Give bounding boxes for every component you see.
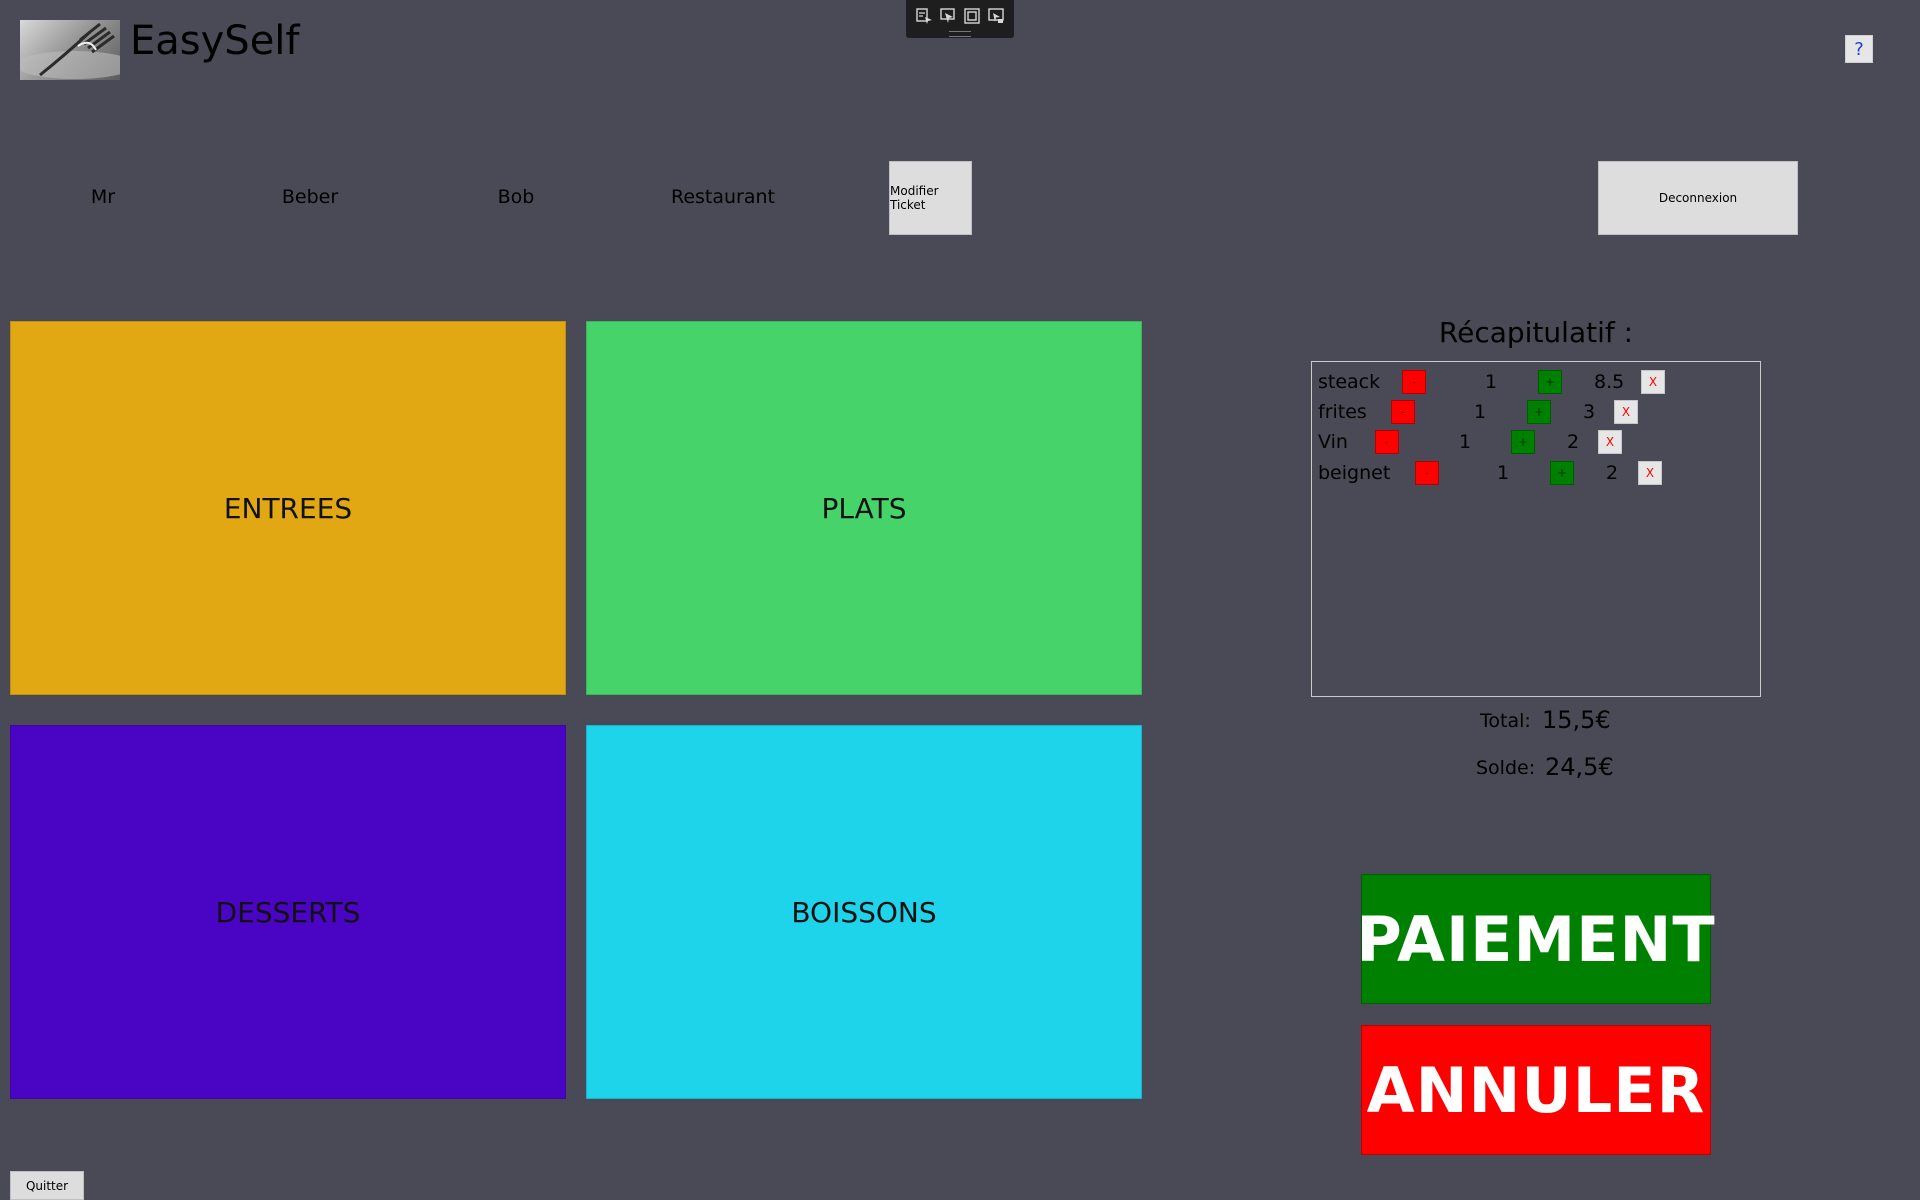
increase-qty-button[interactable]: + — [1550, 461, 1574, 485]
user-place: Restaurant — [670, 186, 776, 208]
recap-list: steack - 1 + 8.5 X frites - 1 + 3 X Vin … — [1311, 361, 1761, 697]
recap-item-name: beignet — [1318, 462, 1391, 484]
track-focus-icon[interactable] — [987, 7, 1005, 25]
category-entrees-button[interactable]: ENTREES — [10, 321, 566, 695]
recap-item-name: frites — [1318, 401, 1367, 423]
pay-button[interactable]: PAIEMENT — [1356, 874, 1715, 1004]
solde-label: Solde: — [1476, 757, 1536, 779]
toolbar-grip[interactable] — [949, 31, 971, 37]
decrease-qty-button[interactable]: - — [1415, 461, 1439, 485]
remove-item-button[interactable]: X — [1638, 461, 1662, 485]
recap-item-name: Vin — [1318, 431, 1348, 453]
select-element-icon[interactable] — [915, 7, 933, 25]
decrease-qty-button[interactable]: - — [1402, 370, 1426, 394]
category-plats-button[interactable]: PLATS — [586, 321, 1142, 695]
decrease-qty-button[interactable]: - — [1375, 430, 1399, 454]
remove-item-button[interactable]: X — [1641, 370, 1665, 394]
recap-item-price: 3 — [1583, 401, 1596, 423]
layout-adorner-icon[interactable] — [963, 7, 981, 25]
cancel-button[interactable]: ANNULER — [1361, 1025, 1711, 1155]
total-label: Total: — [1480, 710, 1531, 732]
recap-item-qty: 1 — [1474, 401, 1487, 423]
app-title: EasySelf — [130, 18, 300, 64]
app-logo — [20, 20, 120, 80]
help-button[interactable]: ? — [1845, 35, 1873, 63]
modify-ticket-button[interactable]: Modifier Ticket — [889, 161, 972, 235]
solde-value: 24,5€ — [1545, 753, 1614, 781]
select-pointer-icon[interactable] — [939, 7, 957, 25]
debug-toolbar — [906, 0, 1014, 38]
recap-item-qty: 1 — [1497, 462, 1510, 484]
quit-button[interactable]: Quitter — [10, 1171, 84, 1200]
increase-qty-button[interactable]: + — [1538, 370, 1562, 394]
logout-button[interactable]: Deconnexion — [1598, 161, 1798, 235]
fork-icon — [20, 22, 120, 79]
user-last-name: Bob — [497, 186, 535, 208]
user-first-name: Beber — [281, 186, 339, 208]
increase-qty-button[interactable]: + — [1527, 400, 1551, 424]
category-desserts-button[interactable]: DESSERTS — [10, 725, 566, 1099]
recap-item-qty: 1 — [1459, 431, 1472, 453]
recap-item-name: steack — [1318, 371, 1381, 393]
increase-qty-button[interactable]: + — [1511, 430, 1535, 454]
remove-item-button[interactable]: X — [1614, 400, 1638, 424]
decrease-qty-button[interactable]: - — [1391, 400, 1415, 424]
total-value: 15,5€ — [1542, 706, 1611, 734]
recap-item-price: 8.5 — [1594, 371, 1625, 393]
recap-title: Récapitulatif : — [1438, 316, 1634, 349]
recap-item-price: 2 — [1606, 462, 1619, 484]
user-title: Mr — [90, 186, 116, 208]
recap-item-price: 2 — [1567, 431, 1580, 453]
category-boissons-button[interactable]: BOISSONS — [586, 725, 1142, 1099]
remove-item-button[interactable]: X — [1598, 430, 1622, 454]
recap-item-qty: 1 — [1485, 371, 1498, 393]
